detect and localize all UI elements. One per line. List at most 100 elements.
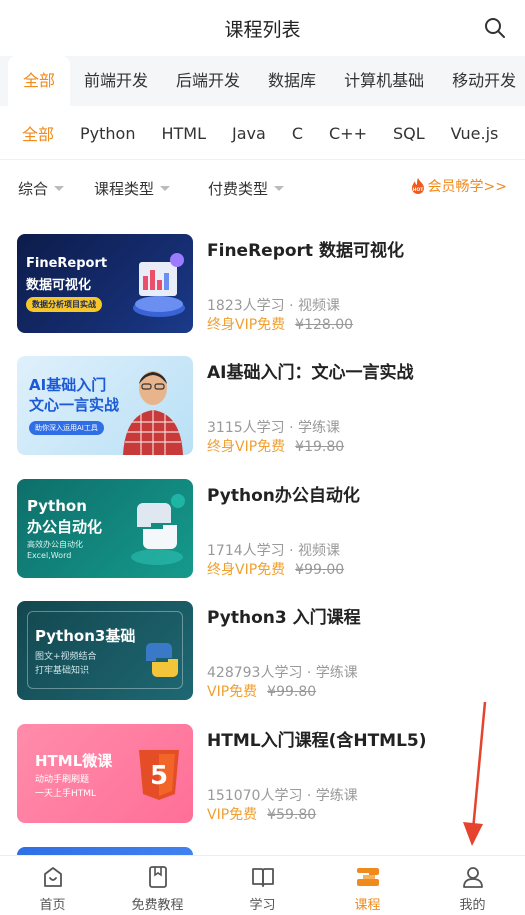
bookmark-icon [148,866,167,888]
subtab-java[interactable]: Java [219,124,279,143]
subtab-html[interactable]: HTML [148,124,219,143]
course-meta: 1714人学习 · 视频课 [207,543,340,559]
course-thumbnail: Python3基础 图文+视频结合 打牢基础知识 [17,601,193,700]
thumb-line2: 办公自动化 [27,518,103,536]
thumb-line2: 文心一言实战 [29,396,120,414]
nav-study-label: 学习 [249,898,276,913]
subtab-cpp[interactable]: C++ [316,124,380,143]
thumb-tag: 数据分析项目实战 [26,297,102,312]
nav-free-tutorials-label: 免费教程 [131,898,184,913]
course-thumbnail: FineReport 数据可视化 数据分析项目实战 [17,234,193,333]
user-icon [462,867,483,888]
thumb-line2: 动动手刷刷题 [35,775,90,785]
tab-all[interactable]: 全部 [8,56,71,106]
thumb-line1: AI基础入门 [29,376,107,394]
thumb-tag: 高效办公自动化 [27,540,83,549]
tab-backend[interactable]: 后端开发 [162,56,254,106]
caret-down-icon [54,186,65,191]
search-icon[interactable] [483,16,507,40]
html5-badge-text: 5 [150,761,168,791]
course-item[interactable]: HTML微课 动动手刷刷题 一天上手HTML 5 HTML入门课程(含HTML5… [0,724,525,834]
thumb-line2: 数据可视化 [26,278,92,293]
bottom-nav: 首页 免费教程 学习 课程 我的 [0,855,525,915]
course-title[interactable]: Python办公自动化 [207,481,512,506]
nav-me-label: 我的 [459,898,486,913]
nav-study[interactable]: 学习 [210,856,315,915]
course-meta: 3115人学习 · 学练课 [207,420,340,436]
nav-courses-label: 课程 [354,898,381,913]
vip-price: 终身VIP免费 [207,562,286,578]
nav-home-label: 首页 [39,898,66,913]
hot-badge-text: HOT [412,187,424,193]
course-icon [356,868,379,886]
original-price: ¥19.80 [295,439,345,455]
vip-price: VIP免费 [207,807,258,823]
nav-me[interactable]: 我的 [420,856,525,915]
nav-free-tutorials[interactable]: 免费教程 [105,856,210,915]
subtab-sql[interactable]: SQL [380,124,438,143]
course-thumbnail: HTML微课 动动手刷刷题 一天上手HTML 5 [17,724,193,823]
original-price: ¥128.00 [295,317,354,333]
caret-down-icon [160,186,171,191]
thumb-tag: 打牢基础知识 [35,666,90,676]
course-title[interactable]: Python3 入门课程 [207,603,512,628]
price-row: 终身VIP免费 ¥128.00 [207,314,353,334]
top-bar: 课程列表 [0,0,525,56]
subcategory-tabs: 全部 Python HTML Java C C++ SQL Vue.js [0,106,525,160]
tab-mobile[interactable]: 移动开发 [438,56,525,106]
course-thumbnail: Python 办公自动化 高效办公自动化 Excel,Word [17,479,193,578]
thumb-line1: HTML微课 [35,752,113,770]
price-row: 终身VIP免费 ¥99.00 [207,559,344,579]
thumb-line1: FineReport [26,256,108,271]
vip-link-label: 会员畅学>> [427,179,507,195]
app-root: 课程列表 全部 前端开发 后端开发 数据库 计算机基础 移动开发 全部 Pyth… [0,0,525,915]
html5-shield-icon: 5 [139,750,179,800]
nav-home[interactable]: 首页 [0,856,105,915]
page-title: 课程列表 [224,18,301,41]
category-tabs: 全部 前端开发 后端开发 数据库 计算机基础 移动开发 [0,56,525,106]
hot-flame-icon: HOT [411,178,424,194]
python-logo-icon [146,643,178,677]
tab-database[interactable]: 数据库 [254,56,330,106]
course-meta: 151070人学习 · 学练课 [207,788,358,804]
vip-link[interactable]: HOT 会员畅学>> [410,176,507,196]
course-item[interactable]: FineReport 数据可视化 数据分析项目实战 FineReport 数据可… [0,234,525,344]
subtab-c[interactable]: C [279,124,316,143]
course-type-filter-label: 课程类型 [94,180,155,198]
tab-frontend[interactable]: 前端开发 [70,56,162,106]
course-item[interactable]: Python3基础 图文+视频结合 打牢基础知识 Python3 入门课程 42… [0,601,525,711]
filter-bar: 综合 课程类型 付费类型 HOT 会员畅学>> [0,160,525,212]
vip-price: VIP免费 [207,684,258,700]
original-price: ¥59.80 [267,807,317,823]
price-row: VIP免费 ¥99.80 [207,681,316,701]
book-icon [251,868,274,887]
nav-courses[interactable]: 课程 [315,856,420,915]
course-type-filter[interactable]: 课程类型 [94,178,171,199]
course-meta: 428793人学习 · 学练课 [207,665,358,681]
instructor-photo [123,371,183,455]
chart-illustration [133,253,185,317]
thumb-tag: 助你深入运用AI工具 [29,421,104,435]
original-price: ¥99.80 [267,684,317,700]
caret-down-icon [274,186,285,191]
price-row: VIP免费 ¥59.80 [207,804,316,824]
thumb-line1: Python3基础 [35,627,136,645]
subtab-vue[interactable]: Vue.js [438,124,512,143]
subtab-all[interactable]: 全部 [0,121,67,145]
tab-cs-basics[interactable]: 计算机基础 [330,56,438,106]
pay-type-filter[interactable]: 付费类型 [208,178,285,199]
subtab-python[interactable]: Python [67,124,148,143]
course-title[interactable]: HTML入门课程(含HTML5) [207,726,512,751]
price-row: 终身VIP免费 ¥19.80 [207,436,344,456]
course-title[interactable]: AI基础入门：文心一言实战 [207,358,512,383]
thumb-tag-2: Excel,Word [27,551,72,560]
vip-price: 终身VIP免费 [207,317,286,333]
sort-filter-label: 综合 [18,180,49,198]
sort-filter[interactable]: 综合 [18,178,65,199]
course-thumbnail: AI基础入门 文心一言实战 助你深入运用AI工具 [17,356,193,455]
course-item[interactable]: Python 办公自动化 高效办公自动化 Excel,Word Python办公… [0,479,525,589]
course-item[interactable]: AI基础入门 文心一言实战 助你深入运用AI工具 AI基础入门：文心一言实战 3… [0,356,525,466]
course-meta: 1823人学习 · 视频课 [207,298,340,314]
original-price: ¥99.00 [295,562,345,578]
course-title[interactable]: FineReport 数据可视化 [207,236,512,261]
